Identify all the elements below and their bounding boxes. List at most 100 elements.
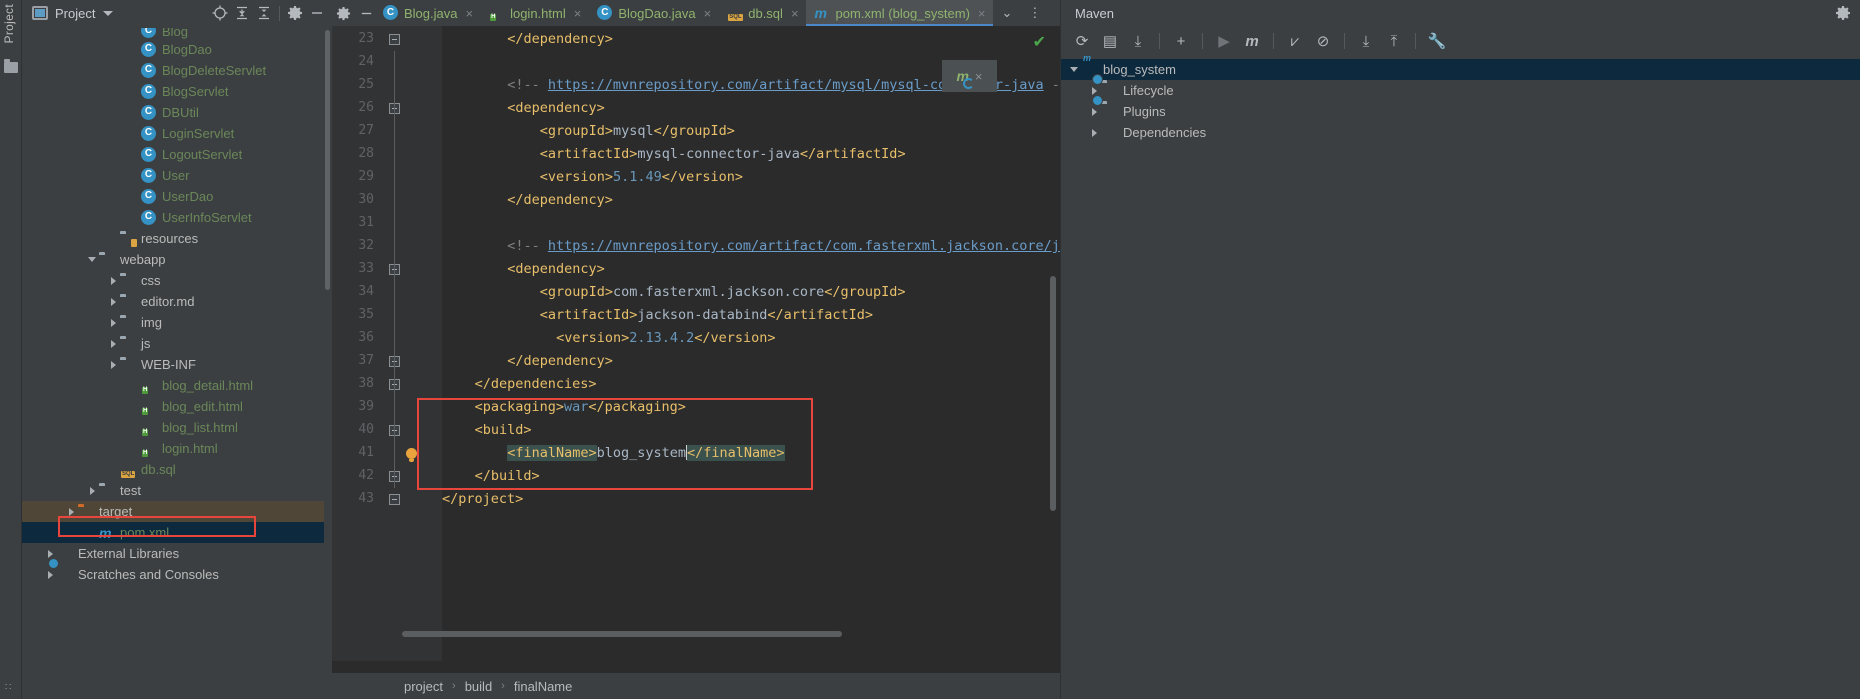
- code-line[interactable]: </dependency>: [507, 189, 613, 212]
- editor-horizontal-scrollbar[interactable]: [402, 631, 842, 637]
- code-line[interactable]: </project>: [442, 488, 523, 511]
- breadcrumb-item[interactable]: build: [465, 679, 492, 694]
- close-icon[interactable]: ×: [704, 6, 712, 21]
- project-tree-row[interactable]: target: [22, 501, 324, 522]
- project-tree-row[interactable]: C User: [22, 165, 324, 186]
- close-icon[interactable]: ×: [978, 6, 986, 21]
- project-tree-row[interactable]: Hblog_edit.html: [22, 396, 324, 417]
- code-line[interactable]: </build>: [475, 465, 540, 488]
- chevron-right-icon[interactable]: [106, 312, 120, 333]
- maven-tree-row[interactable]: Lifecycle: [1061, 80, 1860, 101]
- code-line[interactable]: </dependency>: [507, 350, 613, 373]
- editor-tab[interactable]: Hlogin.html ×: [480, 0, 588, 26]
- minimize-icon[interactable]: [359, 6, 374, 21]
- project-tree-row[interactable]: C BlogServlet: [22, 81, 324, 102]
- code-line[interactable]: <artifactId>jackson-databind</artifactId…: [540, 304, 873, 327]
- code-line[interactable]: <!-- https://mvnrepository.com/artifact/…: [507, 235, 1060, 258]
- editor-tab-bar[interactable]: C Blog.java × Hlogin.html × C BlogDao.java × SQL…: [332, 0, 1060, 26]
- maven-tree-row[interactable]: blog_system: [1061, 59, 1860, 80]
- code-line[interactable]: <dependency>: [507, 97, 605, 120]
- project-tree-row[interactable]: css: [22, 270, 324, 291]
- project-tree-row[interactable]: editor.md: [22, 291, 324, 312]
- gear-icon[interactable]: [284, 2, 306, 24]
- chevron-down-icon[interactable]: [103, 10, 114, 16]
- project-tree-row[interactable]: webapp: [22, 249, 324, 270]
- inspection-status-icon[interactable]: ✔: [1033, 32, 1046, 52]
- code-line[interactable]: <groupId>com.fasterxml.jackson.core</gro…: [540, 281, 906, 304]
- breadcrumb-item[interactable]: project: [404, 679, 443, 694]
- maven-reload-icon[interactable]: m: [956, 68, 974, 89]
- project-tree-row[interactable]: test: [22, 480, 324, 501]
- code-line[interactable]: </dependency>: [507, 28, 613, 51]
- code-line[interactable]: <packaging>war</packaging>: [475, 396, 686, 419]
- project-tree-row[interactable]: js: [22, 333, 324, 354]
- breadcrumb-item[interactable]: finalName: [514, 679, 573, 694]
- execute-goal-icon[interactable]: ▶: [1212, 29, 1236, 53]
- code-line[interactable]: <finalName>blog_system</finalName>: [507, 442, 785, 465]
- reload-all-maven-projects-icon[interactable]: ⟳: [1070, 29, 1094, 53]
- chevron-right-icon[interactable]: [1087, 122, 1101, 143]
- project-tree-row[interactable]: m pom.xml: [22, 522, 324, 543]
- code-line[interactable]: <version>5.1.49</version>: [540, 166, 743, 189]
- run-maven-build-icon[interactable]: m: [1240, 29, 1264, 53]
- project-tree-row[interactable]: External Libraries: [22, 543, 324, 564]
- project-tree-row[interactable]: C DBUtil: [22, 102, 324, 123]
- project-tree-row[interactable]: img: [22, 312, 324, 333]
- project-tree-row[interactable]: C BlogDeleteServlet: [22, 60, 324, 81]
- crosshair-locate-icon[interactable]: [209, 2, 231, 24]
- editor-tab[interactable]: SQL db.sql ×: [718, 0, 805, 26]
- ide-settings-gear-icon[interactable]: [1835, 5, 1851, 21]
- project-tree-row[interactable]: resources: [22, 228, 324, 249]
- close-icon[interactable]: ×: [975, 69, 983, 84]
- code-fold-marker[interactable]: [389, 34, 400, 45]
- project-tree-row[interactable]: C UserDao: [22, 186, 324, 207]
- chevron-right-icon[interactable]: [85, 480, 99, 501]
- collapse-all-icon[interactable]: [253, 2, 275, 24]
- code-line[interactable]: <version>2.13.4.2</version>: [556, 327, 775, 350]
- editor-gutter[interactable]: 23 24 25 26 27 28 29 30 31 32 33 34 35 36 37 38 39 40 41 42…: [332, 26, 442, 661]
- editor-code[interactable]: </dependency> <!-- https://mvnrepository.…: [442, 26, 1060, 661]
- close-icon[interactable]: ×: [574, 6, 582, 21]
- tab-options-button[interactable]: ⋮: [1019, 0, 1048, 26]
- expand-all-icon[interactable]: [231, 2, 253, 24]
- project-tree-row[interactable]: SQL db.sql: [22, 459, 324, 480]
- expand-all-icon[interactable]: ⤓: [1354, 29, 1378, 53]
- close-icon[interactable]: ×: [465, 6, 473, 21]
- chevron-right-icon[interactable]: [64, 501, 78, 522]
- chevron-right-icon[interactable]: [106, 333, 120, 354]
- maven-reload-popup[interactable]: m ×: [942, 60, 997, 92]
- code-line[interactable]: <build>: [475, 419, 532, 442]
- chevron-right-icon[interactable]: [106, 291, 120, 312]
- collapse-all-icon[interactable]: ⤒: [1382, 29, 1406, 53]
- chevron-down-icon[interactable]: [1067, 59, 1081, 80]
- project-tree-row[interactable]: C LoginServlet: [22, 123, 324, 144]
- project-tree[interactable]: C Blog C BlogDao C BlogDeleteServlet C BlogServ…: [22, 26, 324, 681]
- structure-icon[interactable]: [4, 59, 18, 73]
- strip-bottom-icon[interactable]: ∷: [5, 682, 11, 693]
- project-tool-button[interactable]: Project: [2, 4, 16, 43]
- chevron-right-icon[interactable]: [106, 270, 120, 291]
- editor-breadcrumbs[interactable]: project › build › finalName: [332, 673, 1060, 699]
- code-line[interactable]: <artifactId>mysql-connector-java</artifa…: [540, 143, 906, 166]
- maven-tree-row[interactable]: Dependencies: [1061, 122, 1860, 143]
- project-tree-row[interactable]: C UserInfoServlet: [22, 207, 324, 228]
- toggle-skip-tests-icon[interactable]: ⩗: [1283, 29, 1307, 53]
- code-line[interactable]: <groupId>mysql</groupId>: [540, 120, 735, 143]
- code-line[interactable]: <dependency>: [507, 258, 605, 281]
- project-tree-row[interactable]: WEB-INF: [22, 354, 324, 375]
- editor-tab[interactable]: m pom.xml (blog_system) ×: [805, 0, 993, 26]
- project-tree-row[interactable]: C BlogDao: [22, 39, 324, 60]
- project-tree-row[interactable]: Scratches and Consoles: [22, 564, 324, 585]
- close-icon[interactable]: ×: [791, 6, 799, 21]
- tab-overflow-button[interactable]: ⌄: [993, 0, 1020, 26]
- code-line[interactable]: </dependencies>: [475, 373, 597, 396]
- minimize-icon[interactable]: [306, 2, 328, 24]
- generate-sources-icon[interactable]: ▤: [1098, 29, 1122, 53]
- chevron-down-icon[interactable]: [85, 249, 99, 270]
- maven-tree[interactable]: blog_system Lifecycle Plugins Dependencies: [1061, 56, 1860, 143]
- maven-toolbar[interactable]: ⟳ ▤ ⤓ + ▶ m ⩗ ⊘ ⤓ ⤒ 🔧: [1061, 26, 1860, 56]
- project-tree-row[interactable]: Hblog_detail.html: [22, 375, 324, 396]
- project-tree-row[interactable]: Hlogin.html: [22, 438, 324, 459]
- toggle-offline-mode-icon[interactable]: ⊘: [1311, 29, 1335, 53]
- editor-vertical-scrollbar[interactable]: [1050, 276, 1056, 511]
